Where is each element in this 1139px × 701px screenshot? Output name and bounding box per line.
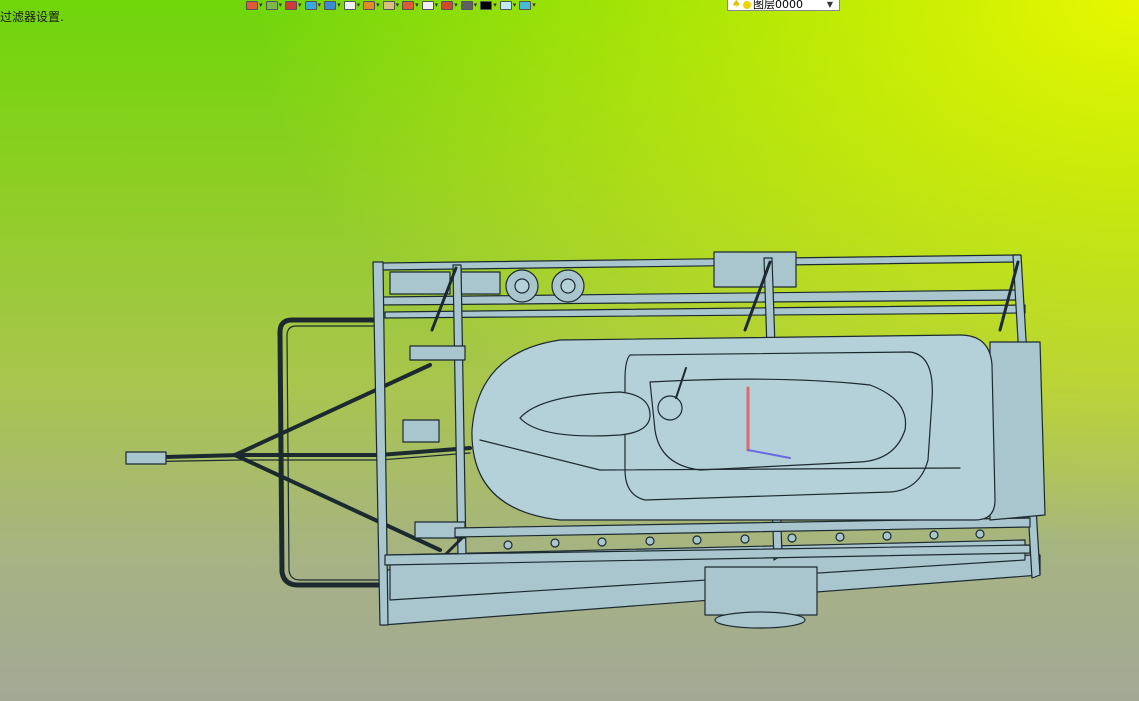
trailer-deck xyxy=(389,539,1026,601)
clipboard-icon xyxy=(382,0,395,10)
cargo-block xyxy=(459,271,501,295)
jetski-deck xyxy=(989,341,1046,521)
box-icon xyxy=(343,0,356,10)
toolbar: ▾ ▾ ▾ ▾ ▾ ▾ ▾ ▾ ▾ ▾ ▾ ▾ ▾ ▾ ▾ xyxy=(246,0,536,12)
chevron-down-icon[interactable]: ▾ xyxy=(435,1,439,10)
pencil-icon xyxy=(285,0,298,10)
chevron-down-icon[interactable]: ▾ xyxy=(454,1,458,10)
side-frame xyxy=(277,317,388,588)
layer-color-icon xyxy=(742,1,751,9)
model-viewport xyxy=(125,251,1046,629)
frame-post xyxy=(763,257,783,561)
frame-icon xyxy=(441,0,454,10)
chevron-down-icon[interactable]: ▾ xyxy=(337,1,341,10)
bolt-row xyxy=(503,529,985,550)
material-icon xyxy=(499,0,512,10)
rail-top xyxy=(377,254,1021,271)
trailer-model xyxy=(125,251,1046,629)
jetski-hull xyxy=(471,334,996,521)
sheet-icon xyxy=(421,0,434,10)
layer-select-value: 图层0000 xyxy=(752,0,803,11)
hull-line xyxy=(479,439,961,471)
chevron-down-icon[interactable]: ▾ xyxy=(396,1,400,10)
status-text: 过滤器设置. xyxy=(0,10,64,24)
rail-upper xyxy=(379,289,1021,306)
chevron-down-icon[interactable]: ▾ xyxy=(376,1,380,10)
toolbar-button-color[interactable]: ▾ xyxy=(480,0,497,10)
handlebar xyxy=(675,367,687,399)
wheel xyxy=(560,278,576,294)
chevron-down-icon[interactable]: ▾ xyxy=(298,1,302,10)
wheel xyxy=(514,278,530,294)
toolbar-button-pencil[interactable]: ▾ xyxy=(285,0,302,10)
toolbar-button-section[interactable]: ▾ xyxy=(363,0,380,10)
winch xyxy=(402,419,440,443)
toolbar-button-appearance[interactable]: ▾ xyxy=(519,0,536,10)
chevron-down-icon[interactable]: ▼ xyxy=(827,0,833,10)
toolbar-button-sheet[interactable]: ▾ xyxy=(421,0,439,10)
handlebar-hub xyxy=(657,395,683,421)
wheel xyxy=(551,269,585,303)
rail-lower xyxy=(454,517,1031,538)
toolbar-button-cube[interactable]: ▾ xyxy=(304,0,322,10)
frame-brace xyxy=(430,266,458,332)
toolbar-button-clipboard[interactable]: ▾ xyxy=(382,0,400,10)
drawbar-arm xyxy=(233,453,442,552)
frame-post xyxy=(1012,254,1041,579)
drawbar-arm xyxy=(233,363,432,457)
jetski-seat-well xyxy=(624,351,933,501)
jetski-nose xyxy=(519,391,651,437)
coupler xyxy=(125,451,167,465)
toolbar-button-material[interactable]: ▾ xyxy=(499,0,517,10)
toolbar-button-sketch[interactable]: ▾ xyxy=(246,0,263,10)
cargo-block xyxy=(389,271,451,295)
tire xyxy=(714,611,806,629)
chevron-down-icon[interactable]: ▾ xyxy=(415,1,419,10)
view-cube-icon xyxy=(324,0,337,10)
cross-member xyxy=(409,345,466,361)
chevron-down-icon[interactable]: ▾ xyxy=(279,1,283,10)
chevron-down-icon[interactable]: ▾ xyxy=(513,1,517,10)
drawbar xyxy=(126,446,472,460)
sketch-icon xyxy=(246,0,258,10)
frame-post xyxy=(452,264,467,559)
display-icon xyxy=(460,0,473,10)
origin-icon xyxy=(402,0,415,10)
drawbar-edge xyxy=(127,452,471,463)
toolbar-button-frame[interactable]: ▾ xyxy=(441,0,458,10)
side-frame-inner xyxy=(286,325,386,581)
wheel xyxy=(505,269,539,303)
cube-icon xyxy=(304,0,317,10)
section-icon xyxy=(363,0,376,10)
toolbar-button-box[interactable]: ▾ xyxy=(343,0,361,10)
frame-post xyxy=(372,261,389,626)
toolbar-button-layers[interactable]: ▾ xyxy=(265,0,283,10)
toolbar-button-display[interactable]: ▾ xyxy=(460,0,478,10)
chevron-down-icon[interactable]: ▾ xyxy=(318,1,322,10)
rail-lower xyxy=(384,544,1031,566)
toolbar-button-view-cube[interactable]: ▾ xyxy=(324,0,341,10)
layer-select[interactable]: ♠ 图层0000 ▼ xyxy=(727,0,840,11)
rail-mid xyxy=(384,304,1026,319)
color-icon xyxy=(480,0,493,10)
cross-member xyxy=(414,521,466,539)
frame-brace xyxy=(443,533,467,557)
chevron-down-icon[interactable]: ▾ xyxy=(357,1,361,10)
chevron-down-icon[interactable]: ▾ xyxy=(532,1,536,10)
appearance-icon xyxy=(519,0,532,10)
chevron-down-icon[interactable]: ▾ xyxy=(474,1,478,10)
axle-box xyxy=(704,566,818,616)
jetski-seat xyxy=(649,378,907,471)
frame-brace xyxy=(743,260,772,332)
trailer-bed xyxy=(382,554,1041,626)
axis-triad-y xyxy=(747,449,791,459)
toolbar-button-origin[interactable]: ▾ xyxy=(402,0,419,10)
equipment-box xyxy=(713,251,797,288)
chevron-down-icon[interactable]: ▾ xyxy=(493,1,497,10)
frame-brace xyxy=(998,260,1020,332)
lightbulb-icon: ♠ xyxy=(732,0,741,10)
chevron-down-icon[interactable]: ▾ xyxy=(259,1,263,10)
layers-icon xyxy=(265,0,278,10)
